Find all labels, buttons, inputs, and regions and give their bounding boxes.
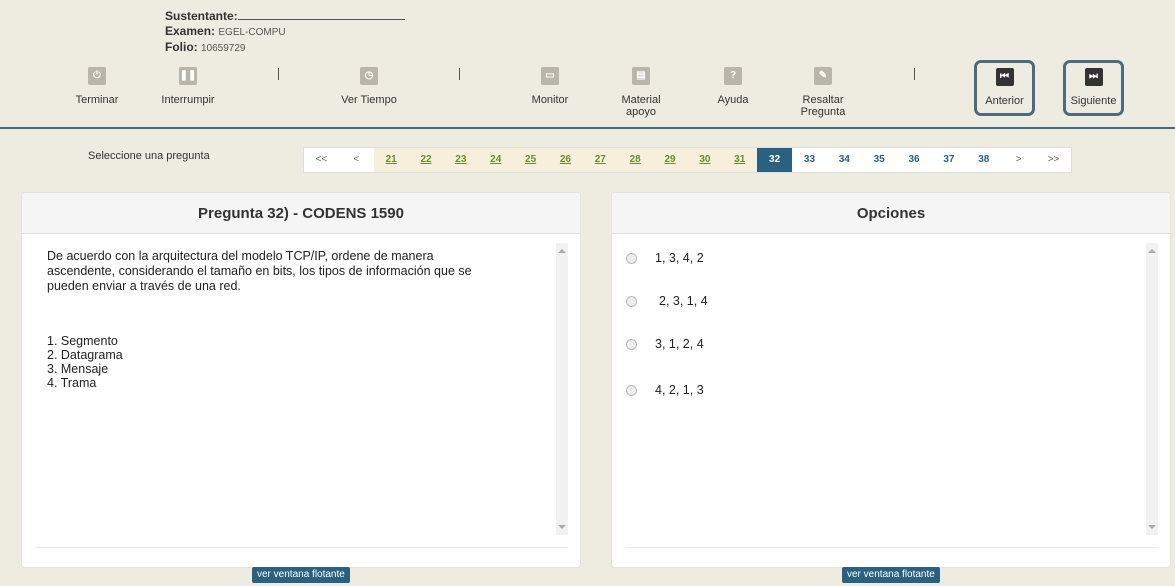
material-line2: apoyo	[626, 106, 656, 118]
pager-item[interactable]: 38	[966, 148, 1002, 172]
option-label: 3, 1, 2, 4	[655, 337, 704, 351]
skip-next-icon: ⏭	[1084, 68, 1103, 86]
material-apoyo-label: Material apoyo	[596, 94, 686, 118]
folio-value: 10659729	[201, 43, 246, 54]
pager-item-answered[interactable]: 23	[443, 148, 479, 172]
radio-button[interactable]	[626, 339, 637, 351]
resaltar-pregunta-label: Resaltar Pregunta	[778, 94, 868, 118]
folio-label: Folio:	[165, 40, 198, 54]
material-line1: Material	[621, 94, 661, 106]
interrumpir-label: Interrumpir	[161, 94, 215, 106]
scroll-up-icon[interactable]	[1148, 249, 1156, 253]
divider	[36, 547, 568, 548]
radio-button[interactable]	[626, 385, 637, 397]
power-icon: ⏻	[88, 67, 106, 85]
radio-button[interactable]	[626, 296, 637, 308]
pager-item-answered[interactable]: 26	[548, 148, 583, 172]
pager-item-answered[interactable]: 29	[652, 148, 688, 172]
question-item: 4. Trama	[47, 376, 97, 390]
monitor-label: Monitor	[531, 94, 569, 106]
siguiente-label: Siguiente	[1070, 95, 1117, 107]
pager-item[interactable]: 34	[826, 148, 862, 172]
pager-item-current[interactable]: 32	[757, 148, 793, 172]
resaltar-pregunta-button[interactable]: ✎ Resaltar Pregunta	[778, 67, 868, 118]
scroll-down-icon[interactable]	[558, 525, 566, 529]
question-pager: << < 21 22 23 24 25 26 27 28 29 30 31 32…	[303, 147, 1072, 173]
options-panel: Opciones	[611, 192, 1171, 568]
option-label: 4, 2, 1, 3	[655, 383, 704, 397]
option-1[interactable]: 1, 3, 4, 2	[626, 251, 704, 265]
siguiente-button[interactable]: ⏭ Siguiente	[1063, 60, 1124, 116]
resaltar-line2: Pregunta	[800, 106, 846, 118]
ayuda-label: Ayuda	[717, 94, 749, 106]
resaltar-line1: Resaltar	[802, 94, 844, 106]
pager-next[interactable]: >	[1001, 148, 1037, 172]
document-icon: ▤	[632, 67, 650, 85]
separator	[278, 68, 279, 80]
pause-icon: ❚❚	[179, 67, 197, 85]
clock-icon: ◷	[360, 67, 378, 85]
pager-item[interactable]: 33	[792, 148, 827, 172]
select-question-label: Seleccione una pregunta	[88, 150, 210, 162]
pager-item-answered[interactable]: 21	[373, 148, 409, 172]
pager-item[interactable]: 37	[931, 148, 967, 172]
examen-label: Examen:	[165, 24, 216, 38]
ver-tiempo-label: Ver Tiempo	[341, 94, 397, 106]
terminar-button[interactable]: ⏻ Terminar	[52, 67, 142, 106]
separator	[459, 68, 460, 80]
option-3[interactable]: 3, 1, 2, 4	[626, 337, 704, 351]
options-scrollbar[interactable]	[1146, 243, 1158, 535]
pager-first[interactable]: <<	[304, 148, 339, 172]
question-panel: Pregunta 32) - CODENS 1590 De acuerdo co…	[21, 192, 581, 568]
examen-value: EGEL-COMPU	[218, 27, 286, 38]
highlight-icon: ✎	[814, 67, 832, 85]
question-item: 1. Segmento	[47, 334, 118, 348]
floating-window-button[interactable]: ver ventana flotante	[252, 567, 350, 583]
option-label: 2, 3, 1, 4	[659, 294, 708, 308]
scroll-up-icon[interactable]	[558, 249, 566, 253]
divider	[626, 547, 1158, 548]
pager-prev[interactable]: <	[338, 148, 374, 172]
pager-item-answered[interactable]: 28	[617, 148, 653, 172]
pager-item[interactable]: 35	[861, 148, 897, 172]
question-item: 2. Datagrama	[47, 348, 123, 362]
pager-item-answered[interactable]: 25	[513, 148, 549, 172]
monitor-icon: ▭	[541, 67, 559, 85]
scroll-down-icon[interactable]	[1148, 525, 1156, 529]
ver-tiempo-button[interactable]: ◷ Ver Tiempo	[324, 67, 414, 106]
terminar-label: Terminar	[75, 94, 119, 106]
option-4[interactable]: 4, 2, 1, 3	[626, 383, 704, 397]
interrumpir-button[interactable]: ❚❚ Interrumpir	[143, 67, 233, 106]
separator	[914, 68, 915, 80]
option-label: 1, 3, 4, 2	[655, 251, 704, 265]
skip-previous-icon: ⏮	[995, 68, 1014, 86]
pager-item-answered[interactable]: 30	[687, 148, 723, 172]
ayuda-button[interactable]: ? Ayuda	[688, 67, 778, 106]
sustentante-line	[237, 10, 405, 20]
question-item: 3. Mensaje	[47, 362, 109, 376]
radio-button[interactable]	[626, 253, 637, 265]
question-text: De acuerdo con la arquitectura del model…	[47, 249, 472, 293]
sustentante-label: Sustentante:	[165, 9, 238, 23]
question-title: Pregunta 32) - CODENS 1590	[22, 193, 580, 234]
pager-item[interactable]: 36	[896, 148, 932, 172]
help-icon: ?	[724, 67, 742, 85]
exam-header: Sustentante: Examen: EGEL-COMPU Folio: 1…	[0, 0, 1175, 129]
anterior-button[interactable]: ⏮ Anterior	[974, 60, 1035, 116]
anterior-label: Anterior	[985, 95, 1024, 107]
pager-item-answered[interactable]: 31	[722, 148, 758, 172]
options-title: Opciones	[612, 193, 1170, 234]
material-apoyo-button[interactable]: ▤ Material apoyo	[596, 67, 686, 118]
pager-item-answered[interactable]: 27	[582, 148, 618, 172]
pager-last[interactable]: >>	[1036, 148, 1071, 172]
monitor-button[interactable]: ▭ Monitor	[505, 67, 595, 106]
pager-item-answered[interactable]: 22	[408, 148, 444, 172]
exam-meta: Sustentante: Examen: EGEL-COMPU Folio: 1…	[165, 9, 405, 56]
question-scrollbar[interactable]	[556, 243, 568, 535]
floating-window-button[interactable]: ver ventana flotante	[842, 567, 940, 583]
option-2[interactable]: 2, 3, 1, 4	[626, 294, 708, 308]
pager-item-answered[interactable]: 24	[478, 148, 514, 172]
question-items: 1. Segmento 2. Datagrama 3. Mensaje 4. T…	[47, 334, 123, 390]
